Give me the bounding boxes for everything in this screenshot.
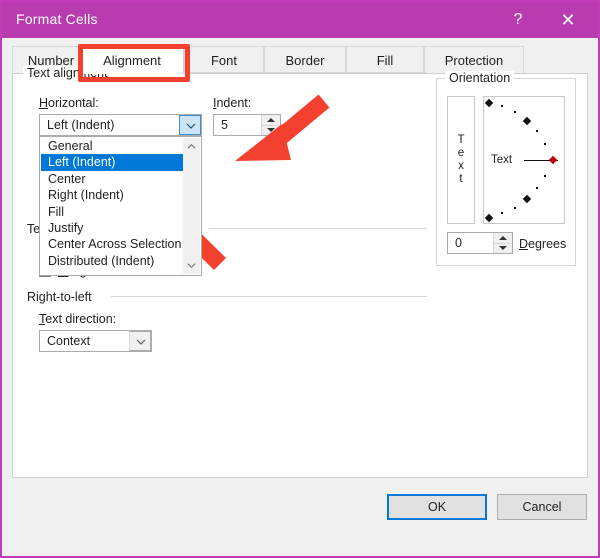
chevron-down-icon xyxy=(186,121,195,130)
dial-marker-neg90[interactable] xyxy=(484,213,494,223)
orientation-vertical-text-box[interactable]: T e x t xyxy=(447,96,475,224)
degrees-label: Degrees xyxy=(519,237,567,251)
tab-protection[interactable]: Protection xyxy=(424,46,524,73)
orientation-vertical-char: T xyxy=(457,134,465,146)
horizontal-combobox-toggle[interactable] xyxy=(179,115,201,135)
help-icon[interactable]: ? xyxy=(496,2,540,38)
list-item[interactable]: Justify xyxy=(41,220,183,236)
degrees-spinner-buttons[interactable] xyxy=(493,233,512,253)
tab-alignment[interactable]: Alignment xyxy=(80,46,184,74)
text-direction-combobox[interactable]: Context xyxy=(39,330,152,352)
triangle-down-icon xyxy=(499,246,507,251)
alignment-tab-page: Text alignment Horizontal: Left (Indent)… xyxy=(12,66,588,478)
horizontal-combobox-value: Left (Indent) xyxy=(47,118,115,132)
tab-font[interactable]: Font xyxy=(184,46,264,73)
dial-marker-neg30[interactable] xyxy=(544,175,546,177)
indent-value: 5 xyxy=(221,118,228,132)
scroll-down-icon[interactable] xyxy=(183,257,200,274)
cancel-button[interactable]: Cancel xyxy=(497,494,587,520)
degrees-decrement-button[interactable] xyxy=(494,244,512,254)
dial-marker-45[interactable] xyxy=(536,130,538,132)
scrollbar-track[interactable] xyxy=(183,155,200,257)
dial-marker-70[interactable] xyxy=(514,111,516,113)
indent-spinner[interactable]: 5 xyxy=(213,114,281,136)
text-direction-combobox-toggle[interactable] xyxy=(129,331,151,351)
close-icon[interactable]: ✕ xyxy=(546,2,590,38)
dial-marker-neg60[interactable] xyxy=(522,194,532,204)
degrees-value: 0 xyxy=(455,236,462,250)
triangle-up-icon xyxy=(499,235,507,240)
orientation-dial-label: Text xyxy=(491,154,513,166)
degrees-spinner[interactable]: 0 xyxy=(447,232,513,254)
text-direction-value: Context xyxy=(47,334,91,348)
horizontal-label: Horizontal: xyxy=(39,96,99,110)
orientation-dial[interactable]: Text xyxy=(483,96,565,224)
horizontal-dropdown-scrollbar[interactable] xyxy=(183,138,200,274)
scroll-up-icon[interactable] xyxy=(183,138,200,155)
dial-marker-neg45[interactable] xyxy=(536,187,538,189)
chevron-down-icon xyxy=(136,337,145,346)
orientation-vertical-char: x xyxy=(458,160,464,172)
dialog-body: Number Alignment Font Border Fill Protec… xyxy=(2,38,598,520)
dial-marker-neg75[interactable] xyxy=(501,212,503,214)
list-item[interactable]: Center Across Selection xyxy=(41,236,183,252)
list-item[interactable]: Right (Indent) xyxy=(41,187,183,203)
indent-label: Indent: xyxy=(213,96,252,110)
dial-marker-30[interactable] xyxy=(544,143,546,145)
group-rule-right-to-left xyxy=(111,296,427,297)
list-item[interactable]: Left (Indent) xyxy=(41,154,183,171)
dialog-titlebar: Format Cells ? ✕ xyxy=(2,2,598,38)
indent-decrement-button[interactable] xyxy=(262,126,280,136)
list-item[interactable]: General xyxy=(41,138,183,154)
list-item[interactable]: Center xyxy=(41,171,183,187)
group-label-right-to-left: Right-to-left xyxy=(23,290,96,304)
degrees-increment-button[interactable] xyxy=(494,233,512,244)
group-rule-text-control xyxy=(209,228,427,229)
dialog-title: Format Cells xyxy=(16,11,98,27)
dial-marker-0[interactable] xyxy=(548,155,558,165)
list-item[interactable]: Fill xyxy=(41,204,183,220)
indent-spinner-buttons[interactable] xyxy=(261,115,280,135)
text-direction-label: Text direction: xyxy=(39,312,117,326)
dial-marker-neg70[interactable] xyxy=(514,207,516,209)
dial-marker-60[interactable] xyxy=(522,116,532,126)
dial-marker-90[interactable] xyxy=(484,98,494,108)
orientation-vertical-char: t xyxy=(459,173,463,185)
format-cells-dialog: Format Cells ? ✕ Number Alignment Font B… xyxy=(0,0,600,558)
horizontal-dropdown-list[interactable]: General Left (Indent) Center Right (Inde… xyxy=(39,136,202,276)
group-label-orientation: Orientation xyxy=(445,71,515,85)
horizontal-combobox[interactable]: Left (Indent) xyxy=(39,114,202,136)
watermark-logo: T aimienphi .vn xyxy=(472,552,598,556)
orientation-vertical-char: e xyxy=(457,147,465,159)
indent-increment-button[interactable] xyxy=(262,115,280,126)
tab-border[interactable]: Border xyxy=(264,46,346,73)
triangle-up-icon xyxy=(267,117,275,122)
tab-fill[interactable]: Fill xyxy=(346,46,424,73)
horizontal-dropdown-items: General Left (Indent) Center Right (Inde… xyxy=(41,138,183,274)
ok-button[interactable]: OK xyxy=(387,494,487,520)
list-item[interactable]: Distributed (Indent) xyxy=(41,253,183,269)
dial-marker-75[interactable] xyxy=(501,105,503,107)
triangle-down-icon xyxy=(267,128,275,133)
